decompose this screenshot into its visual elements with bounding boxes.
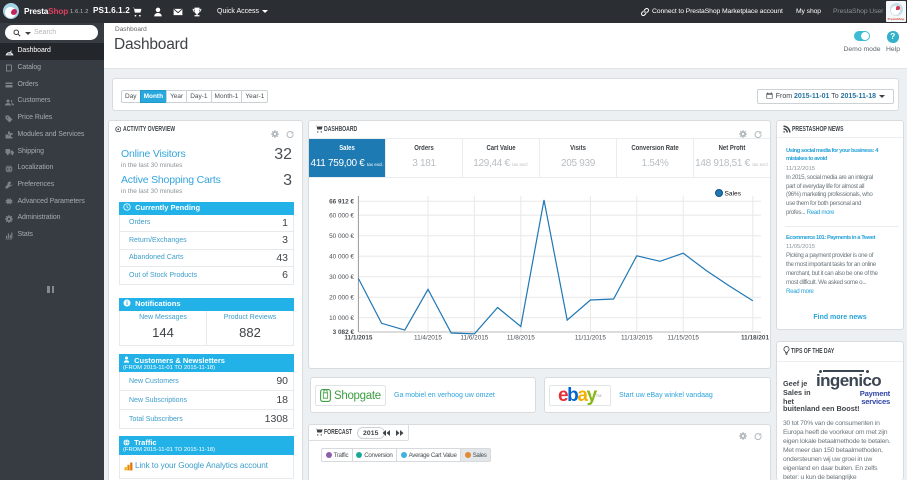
svg-text:30 000 €: 30 000 €: [329, 274, 354, 281]
svg-text:11/13/2015: 11/13/2015: [621, 335, 653, 342]
svg-text:20 000 €: 20 000 €: [329, 294, 354, 301]
svg-text:10 000 €: 10 000 €: [329, 315, 354, 322]
svg-text:60 000 €: 60 000 €: [329, 212, 354, 219]
svg-text:11/11/2015: 11/11/2015: [575, 335, 606, 342]
svg-text:50 000 €: 50 000 €: [329, 233, 354, 240]
svg-text:11/18/201: 11/18/201: [741, 335, 770, 342]
svg-text:40 000 €: 40 000 €: [329, 253, 354, 260]
svg-text:11/4/2015: 11/4/2015: [414, 335, 442, 342]
svg-text:11/6/2015: 11/6/2015: [460, 335, 488, 342]
svg-text:11/1/2015: 11/1/2015: [344, 335, 373, 342]
svg-text:66 912 €: 66 912 €: [329, 198, 354, 205]
svg-text:Sales: Sales: [725, 191, 742, 198]
svg-text:11/15/2015: 11/15/2015: [667, 335, 699, 342]
svg-text:11/8/2015: 11/8/2015: [507, 335, 535, 342]
